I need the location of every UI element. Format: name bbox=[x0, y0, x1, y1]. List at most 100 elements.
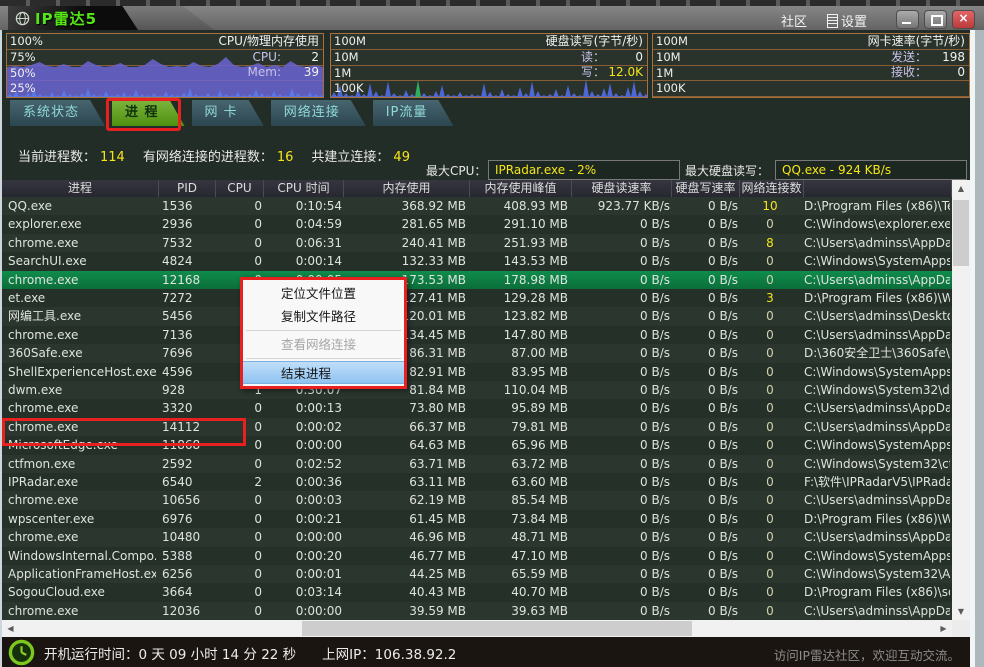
maximize-icon bbox=[931, 15, 943, 26]
cpu-time: 0:02:52 bbox=[264, 455, 342, 473]
tab-connections[interactable]: 网络连接 bbox=[271, 100, 366, 126]
table-row[interactable]: chrome.exe1048000:00:0046.96 MB48.71 MB0… bbox=[2, 528, 952, 546]
table-row[interactable]: explorer.exe293600:04:59281.65 MB291.10 … bbox=[2, 215, 952, 233]
cpu: 0 bbox=[216, 547, 262, 565]
menu-item-end-process[interactable]: 结束进程 bbox=[243, 361, 404, 384]
file-path: C:\Windows\System32\dw bbox=[804, 381, 950, 399]
table-row[interactable]: chrome.exe1216800:00:05173.53 MB178.98 M… bbox=[2, 271, 952, 289]
graph-readout: 发送：198 bbox=[891, 50, 965, 65]
column-header-7[interactable]: 硬盘写速率 bbox=[672, 180, 740, 197]
mem-usage: 63.11 MB bbox=[344, 473, 466, 491]
disk-write: 0 B/s bbox=[672, 547, 738, 565]
annotation-row-highlight bbox=[2, 418, 246, 446]
process-name: ApplicationFrameHost.exe bbox=[8, 565, 156, 583]
pid: 2592 bbox=[162, 455, 214, 473]
mem-peak: 143.53 MB bbox=[470, 252, 568, 270]
disk-write: 0 B/s bbox=[672, 491, 738, 509]
scroll-up-button[interactable]: ▲ bbox=[952, 180, 970, 197]
scroll-right-button[interactable]: ▶ bbox=[935, 620, 952, 637]
menu-separator bbox=[246, 358, 401, 359]
tab-nic[interactable]: 网 卡 bbox=[192, 100, 264, 126]
table-row[interactable]: chrome.exe332000:00:1373.80 MB95.89 MB0 … bbox=[2, 399, 952, 417]
menu-item-view-connections: 查看网络连接 bbox=[243, 333, 404, 356]
table-row[interactable]: chrome.exe1203600:00:0039.59 MB39.63 MB0… bbox=[2, 602, 952, 620]
table-row[interactable]: WindowsInternal.Compo...538800:00:2046.7… bbox=[2, 547, 952, 565]
column-header-3[interactable]: CPU 时间 bbox=[264, 180, 344, 197]
horizontal-scrollbar[interactable]: ◀ ▶ bbox=[2, 620, 952, 637]
scale-label: 1M bbox=[656, 66, 673, 80]
mem-peak: 65.96 MB bbox=[470, 436, 568, 454]
cpu-time: 0:04:59 bbox=[264, 215, 342, 233]
column-header-6[interactable]: 硬盘读速率 bbox=[572, 180, 672, 197]
column-header-9[interactable] bbox=[804, 180, 952, 197]
pid: 7696 bbox=[162, 344, 214, 362]
column-header-5[interactable]: 内存使用峰值 bbox=[470, 180, 572, 197]
process-name: chrome.exe bbox=[8, 271, 156, 289]
table-row[interactable]: ctfmon.exe259200:02:5263.71 MB63.72 MB0 … bbox=[2, 455, 952, 473]
table-row[interactable]: dwm.exe92810:30:0781.84 MB110.04 MB0 B/s… bbox=[2, 381, 952, 399]
close-button[interactable]: × bbox=[952, 10, 975, 29]
net-conns: 0 bbox=[740, 215, 800, 233]
title-bar[interactable]: IP雷达5 社区 设置 × bbox=[0, 6, 984, 30]
scale-label: 10M bbox=[656, 50, 681, 64]
disk-read: 0 B/s bbox=[572, 307, 670, 325]
table-row[interactable]: chrome.exe753200:06:31240.41 MB251.93 MB… bbox=[2, 234, 952, 252]
scroll-left-button[interactable]: ◀ bbox=[2, 620, 19, 637]
file-path: F:\软件\IPRadarV5\IPRadar bbox=[804, 473, 950, 491]
mem-peak: 123.82 MB bbox=[470, 307, 568, 325]
community-link[interactable]: 社区 bbox=[781, 11, 807, 30]
table-row[interactable]: chrome.exe1065600:00:0362.19 MB85.54 MB0… bbox=[2, 491, 952, 509]
disk-read: 923.77 KB/s bbox=[572, 197, 670, 215]
window-right-border bbox=[970, 30, 984, 667]
table-row[interactable]: 360Safe.exe769600:01:3086.31 MB87.00 MB0… bbox=[2, 344, 952, 362]
minimize-button[interactable] bbox=[896, 10, 919, 29]
tab-ip-traffic[interactable]: IP流量 bbox=[373, 100, 454, 126]
mem-usage: 240.41 MB bbox=[344, 234, 466, 252]
table-row[interactable]: IPRadar.exe654020:00:3663.11 MB63.60 MB0… bbox=[2, 473, 952, 491]
cpu-time: 0:00:00 bbox=[264, 436, 342, 454]
scroll-down-button[interactable]: ▼ bbox=[952, 603, 970, 620]
main-content: 系统状态进 程网 卡网络连接IP流量 当前进程数：114有网络连接的进程数：16… bbox=[2, 30, 970, 667]
cpu-time: 0:00:13 bbox=[264, 399, 342, 417]
stat-value: 16 bbox=[277, 150, 294, 165]
settings-button[interactable]: 设置 bbox=[827, 11, 867, 30]
menu-item-locate-file[interactable]: 定位文件位置 bbox=[243, 282, 404, 305]
table-row[interactable]: QQ.exe153600:10:54368.92 MB408.93 MB923.… bbox=[2, 197, 952, 215]
menu-item-copy-path[interactable]: 复制文件路径 bbox=[243, 305, 404, 328]
table-header[interactable]: 进程PIDCPUCPU 时间内存使用内存使用峰值硬盘读速率硬盘写速率网络连接数 bbox=[2, 180, 952, 197]
column-header-4[interactable]: 内存使用 bbox=[344, 180, 470, 197]
horizontal-scroll-thumb[interactable] bbox=[302, 621, 692, 636]
menu-separator bbox=[246, 330, 401, 331]
cpu-time: 0:00:21 bbox=[264, 510, 342, 528]
maximize-button[interactable] bbox=[924, 10, 947, 29]
table-row[interactable]: et.exe727200:00:08127.41 MB129.28 MB0 B/… bbox=[2, 289, 952, 307]
table-row[interactable]: ApplicationFrameHost.exe625600:00:0144.2… bbox=[2, 565, 952, 583]
column-header-1[interactable]: PID bbox=[159, 180, 216, 197]
table-row[interactable]: SearchUI.exe482400:00:14132.33 MB143.53 … bbox=[2, 252, 952, 270]
graph-readout: 接收：0 bbox=[891, 65, 965, 80]
table-row[interactable]: 网编工具.exe545600:00:12120.01 MB123.82 MB0 … bbox=[2, 307, 952, 325]
disk-write: 0 B/s bbox=[672, 583, 738, 601]
mem-peak: 251.93 MB bbox=[470, 234, 568, 252]
column-header-8[interactable]: 网络连接数 bbox=[740, 180, 804, 197]
table-row[interactable]: chrome.exe713600:00:07134.45 MB147.80 MB… bbox=[2, 326, 952, 344]
disk-write: 0 B/s bbox=[672, 510, 738, 528]
cpu-time: 0:00:03 bbox=[264, 491, 342, 509]
table-row[interactable]: wpscenter.exe697600:00:2161.45 MB73.84 M… bbox=[2, 510, 952, 528]
table-row[interactable]: ShellExperienceHost.exe459600:00:0482.91… bbox=[2, 363, 952, 381]
column-header-0[interactable]: 进程 bbox=[2, 180, 159, 197]
cpu: 0 bbox=[216, 399, 262, 417]
readout-label: 读： bbox=[581, 50, 605, 64]
tab-system-status[interactable]: 系统状态 bbox=[10, 100, 105, 126]
readout-label: 写： bbox=[581, 65, 605, 79]
vertical-scroll-thumb[interactable] bbox=[953, 200, 969, 266]
table-row[interactable]: SogouCloud.exe366400:03:1440.43 MB40.70 … bbox=[2, 583, 952, 601]
process-name: 网编工具.exe bbox=[8, 307, 156, 325]
disk-read: 0 B/s bbox=[572, 473, 670, 491]
column-header-2[interactable]: CPU bbox=[216, 180, 264, 197]
mem-usage: 368.92 MB bbox=[344, 197, 466, 215]
vertical-scrollbar[interactable]: ▲ ▼ bbox=[952, 180, 970, 620]
stat-label: 最大CPU： bbox=[426, 162, 488, 179]
net-conns: 0 bbox=[740, 473, 800, 491]
process-table[interactable]: 进程PIDCPUCPU 时间内存使用内存使用峰值硬盘读速率硬盘写速率网络连接数 … bbox=[2, 180, 952, 620]
